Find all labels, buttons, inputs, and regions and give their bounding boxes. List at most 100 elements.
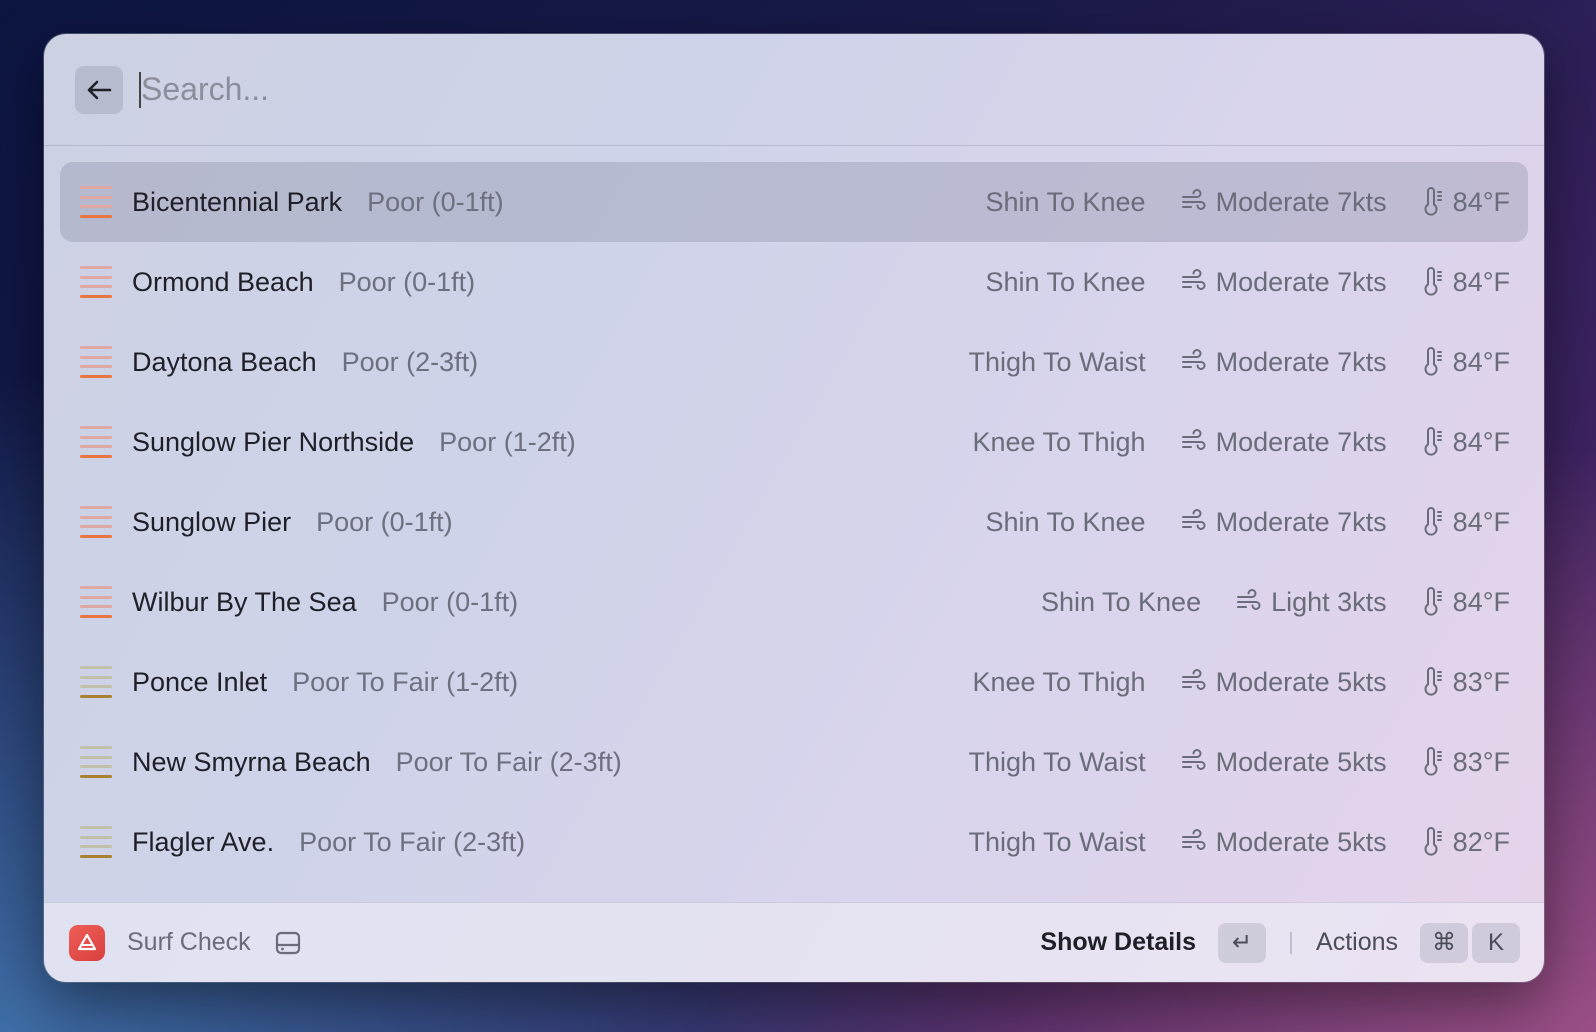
wind-icon xyxy=(1237,589,1261,610)
wave-height: Shin To Knee xyxy=(985,266,1146,297)
wave-height: Shin To Knee xyxy=(1040,586,1202,617)
thermometer-icon xyxy=(1424,427,1442,456)
temperature-accessory: 84°F xyxy=(1421,347,1510,378)
item-subtitle: Poor (2-3ft) xyxy=(341,346,479,377)
back-button[interactable] xyxy=(75,65,123,114)
temperature-value: 82°F xyxy=(1452,826,1510,857)
thermometer-icon xyxy=(1424,347,1442,376)
actions-button[interactable]: Actions xyxy=(1316,928,1398,957)
app-name: Surf Check xyxy=(127,928,251,956)
wind-accessory: Moderate 5kts xyxy=(1180,747,1387,778)
item-subtitle: Poor (0-1ft) xyxy=(367,186,504,217)
temperature-value: 84°F xyxy=(1452,266,1510,297)
temperature-accessory: 84°F xyxy=(1421,267,1510,298)
temperature-accessory: 84°F xyxy=(1421,427,1510,458)
wind-accessory: Moderate 5kts xyxy=(1180,667,1387,698)
wind-icon xyxy=(1181,349,1206,370)
surf-rating-icon xyxy=(80,584,112,620)
thermometer-icon xyxy=(1424,507,1442,536)
wind-accessory: Moderate 7kts xyxy=(1180,427,1387,458)
temperature-accessory: 83°F xyxy=(1421,667,1510,698)
item-title: Bicentennial Park xyxy=(132,186,343,217)
surf-rating-icon xyxy=(80,344,112,380)
wind-icon xyxy=(1181,269,1206,290)
temperature-value: 84°F xyxy=(1452,346,1510,377)
surf-rating-icon xyxy=(80,184,112,220)
wind-value: Moderate 7kts xyxy=(1215,506,1387,537)
list-item[interactable]: Sunglow Pier Northside Poor (1-2ft) Knee… xyxy=(60,402,1528,482)
wave-height: Shin To Knee xyxy=(985,186,1146,217)
item-subtitle: Poor To Fair (2-3ft) xyxy=(299,826,526,857)
action-bar: Surf Check Show Details ↵ Actions ⌘ K xyxy=(44,902,1544,982)
list-item[interactable]: Wilbur By The Sea Poor (0-1ft) Shin To K… xyxy=(60,562,1528,642)
wave-height: Thigh To Waist xyxy=(968,746,1146,777)
temperature-value: 84°F xyxy=(1452,586,1510,617)
item-subtitle: Poor To Fair (1-2ft) xyxy=(292,666,519,697)
list-item[interactable]: New Smyrna Beach Poor To Fair (2-3ft) Th… xyxy=(60,722,1528,802)
wind-accessory: Moderate 7kts xyxy=(1180,187,1387,218)
footer-divider xyxy=(1290,931,1293,954)
surf-rating-icon xyxy=(80,264,112,300)
wind-icon xyxy=(1181,509,1206,530)
wind-value: Moderate 7kts xyxy=(1215,346,1387,377)
list-item[interactable]: Daytona Beach Poor (2-3ft) Thigh To Wais… xyxy=(60,322,1528,402)
temperature-accessory: 84°F xyxy=(1421,587,1510,618)
wind-accessory: Moderate 7kts xyxy=(1180,347,1387,378)
list-item[interactable]: Ormond Beach Poor (0-1ft) Shin To Knee M… xyxy=(60,242,1528,322)
item-title: Ormond Beach xyxy=(132,266,314,297)
cmd-key-hint: ⌘ xyxy=(1420,922,1468,963)
show-details-button[interactable]: Show Details xyxy=(1040,928,1196,957)
temperature-value: 84°F xyxy=(1452,426,1510,457)
list-item[interactable]: Sunglow Pier Poor (0-1ft) Shin To Knee M… xyxy=(60,482,1528,562)
wave-height: Thigh To Waist xyxy=(968,346,1146,377)
thermometer-icon xyxy=(1424,187,1442,216)
item-subtitle: Poor (0-1ft) xyxy=(338,266,476,297)
surf-rating-icon xyxy=(80,664,112,700)
wind-accessory: Moderate 7kts xyxy=(1180,267,1387,298)
list-item[interactable]: Flagler Ave. Poor To Fair (2-3ft) Thigh … xyxy=(60,802,1528,882)
wind-icon xyxy=(1181,829,1206,850)
thermometer-icon xyxy=(1424,267,1442,296)
surf-rating-icon xyxy=(80,744,112,780)
search-field-wrapper xyxy=(139,66,1544,114)
text-caret xyxy=(139,71,141,108)
wind-value: Moderate 5kts xyxy=(1215,826,1387,857)
item-subtitle: Poor To Fair (2-3ft) xyxy=(395,746,622,777)
item-title: Daytona Beach xyxy=(132,346,317,377)
item-subtitle: Poor (1-2ft) xyxy=(439,426,576,457)
wind-value: Moderate 7kts xyxy=(1215,426,1387,457)
temperature-value: 83°F xyxy=(1452,746,1510,777)
temperature-accessory: 84°F xyxy=(1421,187,1510,218)
item-subtitle: Poor (0-1ft) xyxy=(316,506,453,537)
temperature-accessory: 83°F xyxy=(1421,747,1510,778)
wave-height: Knee To Thigh xyxy=(972,666,1146,697)
temperature-value: 84°F xyxy=(1452,186,1510,217)
launcher-window: Bicentennial Park Poor (0-1ft) Shin To K… xyxy=(44,34,1544,982)
temperature-value: 84°F xyxy=(1452,506,1510,537)
wind-value: Moderate 5kts xyxy=(1215,746,1387,777)
wave-height: Shin To Knee xyxy=(985,506,1146,537)
list-item[interactable]: Ponce Inlet Poor To Fair (1-2ft) Knee To… xyxy=(60,642,1528,722)
item-title: Flagler Ave. xyxy=(132,826,275,857)
temperature-accessory: 82°F xyxy=(1421,827,1510,858)
item-subtitle: Poor (0-1ft) xyxy=(381,586,519,617)
wind-icon xyxy=(1181,749,1206,770)
temperature-accessory: 84°F xyxy=(1421,507,1510,538)
thermometer-icon xyxy=(1424,747,1442,776)
thermometer-icon xyxy=(1424,667,1442,696)
surf-check-app-icon xyxy=(69,924,105,961)
arrow-left-icon xyxy=(87,80,112,99)
item-title: Wilbur By The Sea xyxy=(132,586,357,617)
wave-height: Knee To Thigh xyxy=(972,426,1146,457)
wind-icon xyxy=(1181,429,1206,450)
search-input[interactable] xyxy=(139,71,1544,108)
k-key-hint: K xyxy=(1472,922,1520,963)
wind-value: Moderate 5kts xyxy=(1215,666,1387,697)
surf-rating-icon xyxy=(80,824,112,860)
surf-rating-icon xyxy=(80,504,112,540)
search-bar xyxy=(44,34,1544,146)
wind-value: Light 3kts xyxy=(1271,586,1387,617)
wind-icon xyxy=(1181,189,1206,210)
list-item[interactable]: Bicentennial Park Poor (0-1ft) Shin To K… xyxy=(60,162,1528,242)
thermometer-icon xyxy=(1424,827,1442,856)
